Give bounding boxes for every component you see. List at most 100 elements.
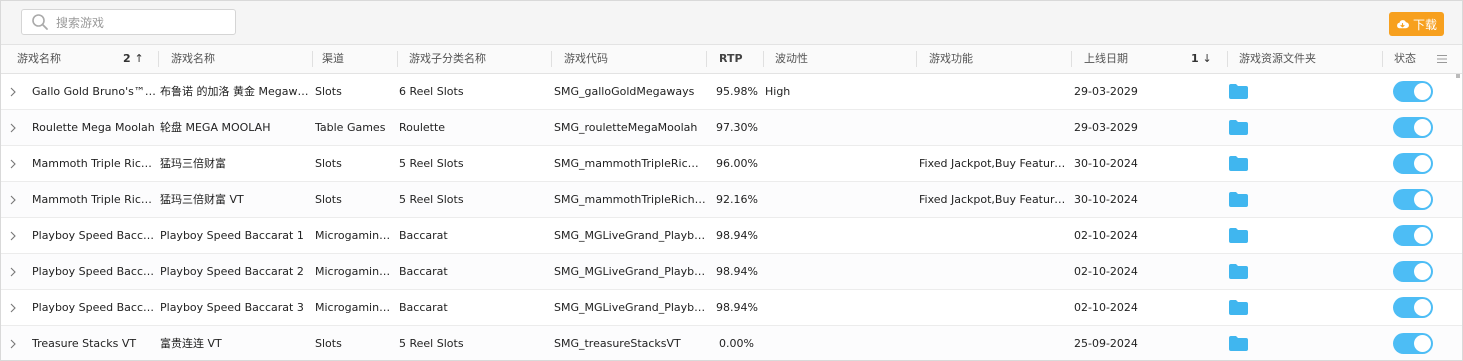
cell-launch-date: 30-10-2024 — [1074, 157, 1138, 170]
toolbar: 下载 — [1, 1, 1462, 45]
col-header-volatility[interactable]: 波动性 — [775, 45, 808, 73]
cell-code: SMG_MGLiveGrand_Playbo... — [554, 301, 709, 314]
folder-icon[interactable] — [1229, 228, 1248, 243]
table-row[interactable]: Playboy Speed Baccar... Playboy Speed Ba… — [1, 290, 1462, 326]
sort-indicator-name[interactable]: 2 ↑ — [123, 45, 144, 73]
cell-name-cn: 布鲁诺 的加洛 黄金 Megaways — [160, 85, 310, 98]
col-header-features[interactable]: 游戏功能 — [929, 45, 973, 73]
cloud-download-icon — [1397, 19, 1409, 28]
toggle-knob — [1414, 83, 1431, 100]
download-button[interactable]: 下载 — [1389, 12, 1444, 36]
sort-indicator-date[interactable]: 1 ↓ — [1191, 45, 1212, 73]
column-divider — [1382, 51, 1383, 67]
chevron-right-icon[interactable] — [9, 303, 17, 313]
cell-channel: Slots — [315, 337, 342, 350]
chevron-right-icon[interactable] — [9, 231, 17, 241]
folder-icon[interactable] — [1229, 156, 1248, 171]
table-row[interactable]: Mammoth Triple Riche... 猛玛三倍财富 VT Slots … — [1, 182, 1462, 218]
cell-name-en: Playboy Speed Baccar... — [32, 265, 156, 278]
cell-code: SMG_galloGoldMegaways — [554, 85, 695, 98]
cell-name-en: Roulette Mega Moolah — [32, 121, 155, 134]
cell-channel: Slots — [315, 157, 342, 170]
col-header-rtp[interactable]: RTP — [719, 45, 743, 73]
status-toggle[interactable] — [1393, 153, 1433, 174]
table-row[interactable]: Treasure Stacks VT 富贵连连 VT Slots 5 Reel … — [1, 326, 1462, 360]
cell-volatility — [765, 290, 915, 325]
col-header-code[interactable]: 游戏代码 — [564, 45, 608, 73]
col-header-name-en[interactable]: 游戏名称 — [17, 45, 61, 73]
cell-features — [919, 254, 1069, 289]
cell-code: SMG_mammothTripleRiches... — [554, 193, 709, 206]
table-row[interactable]: Playboy Speed Baccar... Playboy Speed Ba… — [1, 218, 1462, 254]
cell-code: SMG_MGLiveGrand_Playbo... — [554, 229, 709, 242]
cell-rtp: 98.94% — [716, 229, 758, 242]
search-box[interactable] — [21, 9, 236, 35]
table-row[interactable]: Mammoth Triple Riches 猛玛三倍财富 Slots 5 Ree… — [1, 146, 1462, 182]
status-toggle[interactable] — [1393, 297, 1433, 318]
table-row[interactable]: Roulette Mega Moolah 轮盘 MEGA MOOLAH Tabl… — [1, 110, 1462, 146]
table-header: 游戏名称 2 ↑ 游戏名称 渠道 游戏子分类名称 游戏代码 RTP 波动性 游戏… — [1, 45, 1462, 74]
toggle-knob — [1414, 335, 1431, 352]
cell-features — [919, 290, 1069, 325]
folder-icon[interactable] — [1229, 120, 1248, 135]
col-header-launch-date[interactable]: 上线日期 — [1084, 45, 1128, 73]
chevron-right-icon[interactable] — [9, 267, 17, 277]
folder-icon[interactable] — [1229, 336, 1248, 351]
col-header-resource-folder[interactable]: 游戏资源文件夹 — [1239, 45, 1316, 73]
status-toggle[interactable] — [1393, 225, 1433, 246]
games-table: 游戏名称 2 ↑ 游戏名称 渠道 游戏子分类名称 游戏代码 RTP 波动性 游戏… — [1, 45, 1462, 360]
cell-name-cn: 轮盘 MEGA MOOLAH — [160, 121, 271, 134]
cell-channel: Microgaming ... — [315, 229, 397, 242]
table-row[interactable]: Gallo Gold Bruno's™ ... 布鲁诺 的加洛 黄金 Megaw… — [1, 74, 1462, 110]
table-body: Gallo Gold Bruno's™ ... 布鲁诺 的加洛 黄金 Megaw… — [1, 74, 1462, 360]
folder-icon[interactable] — [1229, 84, 1248, 99]
col-header-channel[interactable]: 渠道 — [322, 45, 344, 73]
cell-name-cn: 富贵连连 VT — [160, 337, 222, 350]
cell-name-en: Mammoth Triple Riches — [32, 157, 156, 170]
column-divider — [706, 51, 707, 67]
column-menu-icon[interactable] — [1437, 54, 1447, 64]
cell-subcategory: 6 Reel Slots — [399, 85, 464, 98]
cell-features — [919, 326, 1069, 360]
status-toggle[interactable] — [1393, 189, 1433, 210]
cell-subcategory: Baccarat — [399, 301, 448, 314]
chevron-right-icon[interactable] — [9, 195, 17, 205]
chevron-right-icon[interactable] — [9, 159, 17, 169]
cell-name-en: Playboy Speed Baccar... — [32, 229, 156, 242]
cell-rtp: 92.16% — [716, 193, 758, 206]
chevron-right-icon[interactable] — [9, 123, 17, 133]
cell-volatility — [765, 326, 915, 360]
cell-rtp: 98.94% — [716, 265, 758, 278]
table-row[interactable]: Playboy Speed Baccar... Playboy Speed Ba… — [1, 254, 1462, 290]
status-toggle[interactable] — [1393, 117, 1433, 138]
cell-code: SMG_MGLiveGrand_Playbo... — [554, 265, 709, 278]
cell-code: SMG_mammothTripleRiches — [554, 157, 704, 170]
cell-launch-date: 29-03-2029 — [1074, 85, 1138, 98]
cell-name-cn: 猛玛三倍财富 — [160, 157, 226, 170]
col-header-status[interactable]: 状态 — [1394, 45, 1416, 73]
cell-name-cn: Playboy Speed Baccarat 3 — [160, 301, 304, 314]
cell-channel: Slots — [315, 85, 342, 98]
cell-launch-date: 02-10-2024 — [1074, 229, 1138, 242]
col-header-name-cn[interactable]: 游戏名称 — [171, 45, 215, 73]
cell-volatility — [765, 218, 915, 253]
folder-icon[interactable] — [1229, 300, 1248, 315]
cell-name-cn: 猛玛三倍财富 VT — [160, 193, 244, 206]
chevron-right-icon[interactable] — [9, 339, 17, 349]
col-header-subcategory[interactable]: 游戏子分类名称 — [409, 45, 486, 73]
cell-volatility: High — [765, 85, 791, 98]
search-input[interactable] — [54, 12, 233, 34]
status-toggle[interactable] — [1393, 81, 1433, 102]
folder-icon[interactable] — [1229, 192, 1248, 207]
scrollbar-thumb[interactable] — [1456, 74, 1460, 78]
status-toggle[interactable] — [1393, 333, 1433, 354]
cell-launch-date: 29-03-2029 — [1074, 121, 1138, 134]
cell-features — [919, 74, 1069, 109]
column-divider — [1227, 51, 1228, 67]
folder-icon[interactable] — [1229, 264, 1248, 279]
status-toggle[interactable] — [1393, 261, 1433, 282]
cell-features: Fixed Jackpot,Buy Feature,F... — [919, 157, 1071, 170]
chevron-right-icon[interactable] — [9, 87, 17, 97]
cell-subcategory: 5 Reel Slots — [399, 337, 464, 350]
cell-volatility — [765, 146, 915, 181]
